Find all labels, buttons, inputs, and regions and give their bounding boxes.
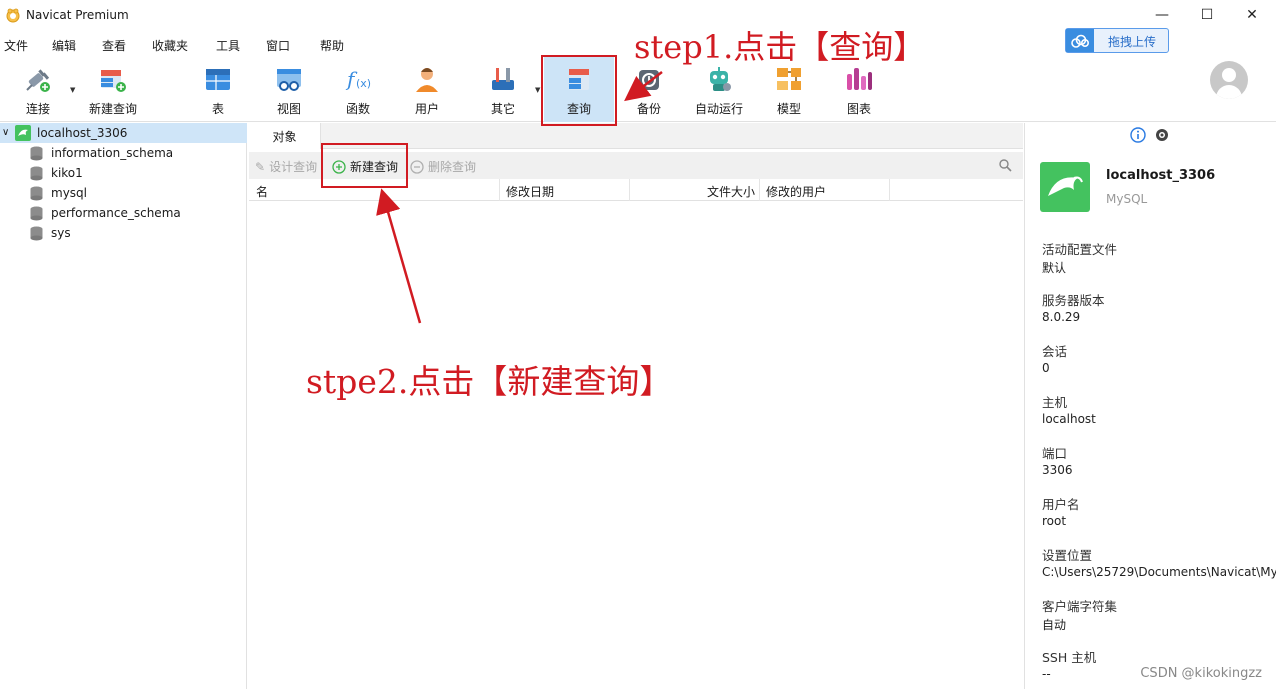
step1-arrow: [624, 71, 663, 102]
watermark: CSDN @kikokingzz: [1140, 666, 1262, 681]
step2-arrow: [376, 188, 422, 324]
annotation-arrows: [376, 71, 663, 324]
navicat-window: Navicat Premium — ☐ ✕ 文件 编辑 查看 收藏夹 工具 窗口…: [0, 0, 1276, 689]
